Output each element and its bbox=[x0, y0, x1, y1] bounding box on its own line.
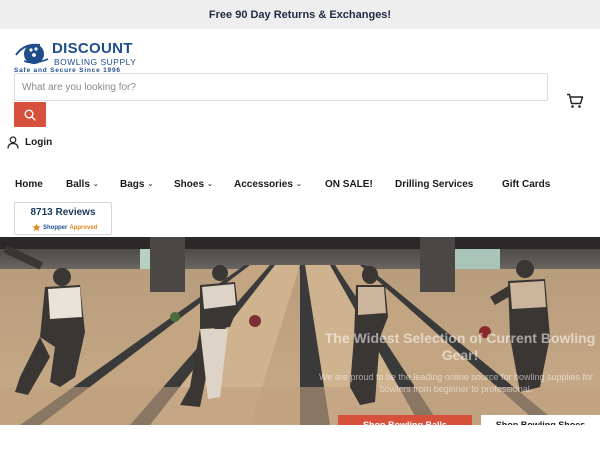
nav-label: Gift Cards bbox=[502, 179, 551, 190]
chevron-down-icon: ⌄ bbox=[92, 181, 99, 188]
chevron-down-icon: ⌄ bbox=[295, 181, 302, 188]
nav-item-gift-cards[interactable]: Gift Cards bbox=[502, 177, 550, 193]
logo-line1: DISCOUNT bbox=[52, 40, 133, 57]
nav-item-accessories[interactable]: Accessories ⌄ bbox=[234, 177, 302, 193]
nav-item-balls[interactable]: Balls ⌄ bbox=[66, 177, 99, 193]
announcement-bar: Free 90 Day Returns & Exchanges! bbox=[0, 0, 600, 29]
hero-banner: The Widest Selection of Current Bowling … bbox=[0, 237, 600, 425]
nav-label: ON SALE! bbox=[325, 179, 373, 190]
nav-label: Home bbox=[15, 179, 43, 190]
logo-line2: BOWLING SUPPLY bbox=[54, 57, 137, 67]
shop-bowling-balls-button[interactable]: Shop Bowling Balls bbox=[338, 415, 472, 425]
login-link[interactable]: Login bbox=[7, 136, 52, 149]
nav-item-on-sale[interactable]: ON SALE! bbox=[325, 177, 373, 193]
cart-icon[interactable] bbox=[566, 93, 584, 109]
nav-label: Bags bbox=[120, 179, 145, 190]
bowling-ball-logo-icon bbox=[15, 43, 49, 64]
shopper-approved-logo: Shopper Approved bbox=[32, 223, 97, 232]
login-label: Login bbox=[25, 137, 53, 148]
nav-label: Balls bbox=[66, 179, 90, 190]
nav-label: Shoes bbox=[174, 179, 205, 190]
star-icon bbox=[32, 223, 41, 232]
reviews-badge[interactable]: 8713 Reviews Shopper Approved bbox=[14, 202, 112, 235]
announcement-text: Free 90 Day Returns & Exchanges! bbox=[208, 8, 392, 21]
user-icon bbox=[7, 136, 19, 149]
nav-item-drilling-services[interactable]: Drilling Services bbox=[395, 177, 473, 193]
reviews-count: 8713 Reviews bbox=[30, 207, 96, 218]
hero-subtitle: We are proud to be the leading online so… bbox=[318, 372, 593, 394]
hero-title: The Widest Selection of Current Bowling … bbox=[324, 330, 596, 363]
site-logo[interactable]: DISCOUNT BOWLING SUPPLY Safe and Secure … bbox=[14, 40, 144, 76]
badge-word-approved: Approved bbox=[69, 224, 98, 231]
badge-word-shopper: Shopper bbox=[43, 224, 68, 231]
nav-item-shoes[interactable]: Shoes ⌄ bbox=[174, 177, 213, 193]
nav-label: Accessories bbox=[234, 179, 293, 190]
search-button[interactable] bbox=[14, 102, 46, 127]
nav-item-bags[interactable]: Bags ⌄ bbox=[120, 177, 153, 193]
search-input[interactable] bbox=[14, 73, 548, 101]
nav-label: Drilling Services bbox=[395, 179, 474, 190]
search-icon bbox=[24, 109, 36, 121]
nav-item-home[interactable]: Home bbox=[15, 177, 43, 193]
chevron-down-icon: ⌄ bbox=[147, 181, 154, 188]
shop-bowling-shoes-button[interactable]: Shop Bowling Shoes bbox=[481, 415, 600, 425]
chevron-down-icon: ⌄ bbox=[207, 181, 213, 188]
